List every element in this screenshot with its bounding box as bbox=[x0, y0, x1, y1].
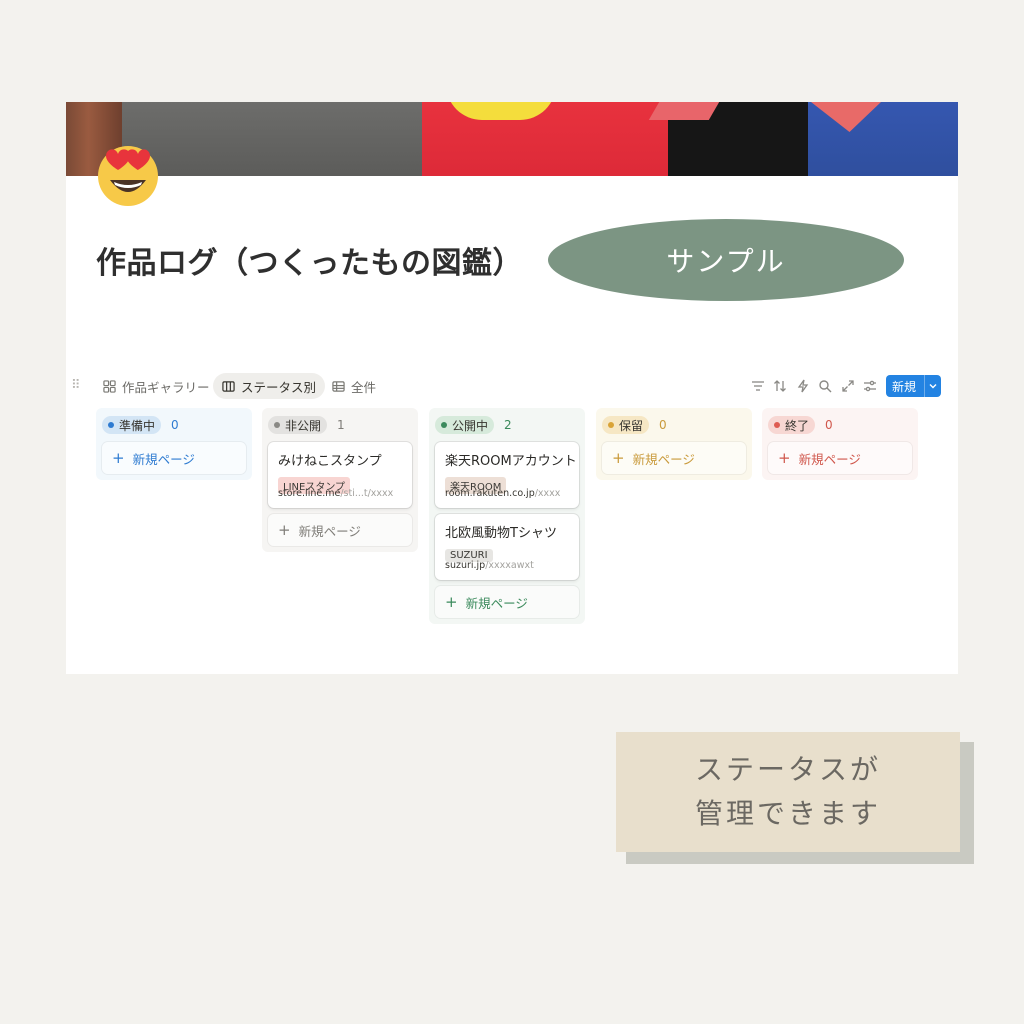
column-count: 1 bbox=[337, 418, 345, 432]
gallery-icon bbox=[103, 379, 116, 393]
url-host: suzuri.jp bbox=[445, 560, 486, 571]
plus-icon: + bbox=[612, 448, 625, 467]
board-column-private: 非公開 1 みけねこスタンプ LINEスタンプ store.line.me/st… bbox=[262, 408, 418, 552]
status-pill[interactable]: 非公開 bbox=[268, 416, 328, 434]
status-dot bbox=[441, 422, 447, 428]
page-title: 作品ログ（つくったもの図鑑） bbox=[96, 246, 523, 281]
url-path: /sti...t/xxxx bbox=[340, 488, 394, 499]
status-label: 終了 bbox=[785, 418, 810, 433]
plus-icon: + bbox=[778, 448, 791, 467]
add-page-label: 新規ページ bbox=[632, 451, 695, 467]
card-url[interactable]: room.rakuten.co.jp/xxxx bbox=[445, 488, 560, 499]
url-host: store.line.me bbox=[278, 488, 341, 499]
column-count: 0 bbox=[825, 418, 833, 432]
table-icon bbox=[332, 380, 345, 392]
status-dot bbox=[274, 422, 280, 428]
caption-note: ステータスが 管理できます bbox=[616, 732, 960, 852]
status-dot bbox=[774, 422, 780, 428]
notion-page-screenshot: 作品ログ（つくったもの図鑑） サンプル ⠿ 作品ギャラリー ステータス別 全件 bbox=[66, 102, 958, 674]
status-pill[interactable]: 公開中 bbox=[435, 416, 495, 434]
plus-icon: + bbox=[445, 592, 458, 611]
board-icon bbox=[222, 380, 235, 392]
board-column-on-hold: 保留 0 + 新規ページ bbox=[596, 408, 752, 480]
tab-label: ステータス別 bbox=[241, 379, 317, 395]
column-header: 保留 0 bbox=[596, 408, 752, 442]
new-button-label: 新規 bbox=[892, 379, 917, 394]
add-page-button[interactable]: + 新規ページ bbox=[602, 442, 746, 474]
add-page-label: 新規ページ bbox=[298, 523, 361, 539]
column-count: 2 bbox=[504, 418, 512, 432]
column-count: 0 bbox=[659, 418, 667, 432]
column-header: 非公開 1 bbox=[262, 408, 418, 442]
status-label: 非公開 bbox=[285, 418, 322, 433]
board-card[interactable]: 楽天ROOMアカウント 楽天ROOM room.rakuten.co.jp/xx… bbox=[435, 442, 579, 508]
caption-line: ステータスが bbox=[694, 753, 881, 786]
status-label: 準備中 bbox=[119, 418, 156, 433]
add-page-button[interactable]: + 新規ページ bbox=[102, 442, 246, 474]
add-page-button[interactable]: + 新規ページ bbox=[268, 514, 412, 546]
status-pill[interactable]: 準備中 bbox=[102, 416, 162, 434]
url-path: /xxxx bbox=[534, 488, 561, 499]
chevron-down-icon[interactable] bbox=[925, 381, 941, 391]
sort-icon[interactable] bbox=[773, 378, 787, 392]
add-page-label: 新規ページ bbox=[798, 451, 861, 467]
column-header: 終了 0 bbox=[762, 408, 918, 442]
column-count: 0 bbox=[171, 418, 179, 432]
tab-gallery[interactable]: 作品ギャラリー bbox=[94, 373, 219, 399]
add-page-button[interactable]: + 新規ページ bbox=[435, 586, 579, 618]
column-header: 準備中 0 bbox=[96, 408, 252, 442]
new-button[interactable]: 新規 bbox=[886, 375, 941, 397]
add-page-label: 新規ページ bbox=[132, 451, 195, 467]
automation-icon[interactable] bbox=[796, 378, 810, 393]
plus-icon: + bbox=[278, 520, 291, 539]
sample-badge: サンプル bbox=[548, 219, 904, 301]
filter-icon[interactable] bbox=[751, 378, 765, 392]
card-title: 北欧風動物Tシャツ bbox=[445, 526, 557, 541]
tab-label: 全件 bbox=[351, 379, 377, 395]
settings-icon[interactable] bbox=[863, 378, 877, 392]
tab-all[interactable]: 全件 bbox=[323, 373, 385, 399]
add-page-button[interactable]: + 新規ページ bbox=[768, 442, 912, 474]
status-dot bbox=[608, 422, 614, 428]
board-column-finished: 終了 0 + 新規ページ bbox=[762, 408, 918, 480]
column-header: 公開中 2 bbox=[429, 408, 585, 442]
add-page-label: 新規ページ bbox=[465, 595, 528, 611]
heart-eyes-emoji-icon[interactable] bbox=[96, 142, 160, 206]
cover-image bbox=[66, 102, 958, 176]
status-pill[interactable]: 保留 bbox=[602, 416, 650, 434]
board-card[interactable]: みけねこスタンプ LINEスタンプ store.line.me/sti...t/… bbox=[268, 442, 412, 508]
expand-icon[interactable] bbox=[841, 378, 855, 392]
card-title: 楽天ROOMアカウント bbox=[445, 454, 577, 469]
url-path: /xxxxawxt bbox=[485, 560, 534, 571]
status-label: 公開中 bbox=[452, 418, 489, 433]
status-pill[interactable]: 終了 bbox=[768, 416, 816, 434]
caption-line: 管理できます bbox=[694, 797, 881, 830]
drag-handle-icon[interactable]: ⠿ bbox=[71, 378, 80, 393]
plus-icon: + bbox=[112, 448, 125, 467]
status-dot bbox=[108, 422, 114, 428]
tab-status-board[interactable]: ステータス別 bbox=[213, 373, 326, 399]
card-url[interactable]: suzuri.jp/xxxxawxt bbox=[445, 560, 534, 571]
card-title: みけねこスタンプ bbox=[278, 454, 382, 469]
view-toolbar: ⠿ 作品ギャラリー ステータス別 全件 新規 bbox=[66, 370, 958, 402]
status-label: 保留 bbox=[619, 418, 644, 433]
board-card[interactable]: 北欧風動物Tシャツ SUZURI suzuri.jp/xxxxawxt bbox=[435, 514, 579, 580]
tab-label: 作品ギャラリー bbox=[122, 379, 210, 395]
board-column-preparing: 準備中 0 + 新規ページ bbox=[96, 408, 252, 480]
search-icon[interactable] bbox=[818, 378, 832, 393]
card-url[interactable]: store.line.me/sti...t/xxxx bbox=[278, 488, 393, 499]
board-column-published: 公開中 2 楽天ROOMアカウント 楽天ROOM room.rakuten.co… bbox=[429, 408, 585, 624]
url-host: room.rakuten.co.jp bbox=[445, 488, 535, 499]
